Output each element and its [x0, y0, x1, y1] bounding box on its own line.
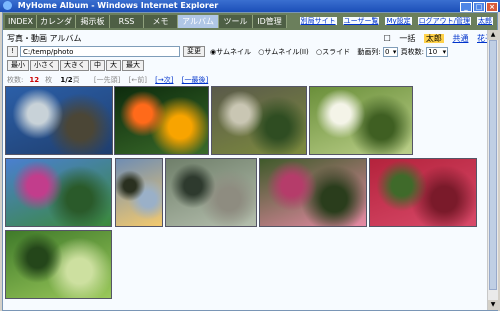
tab-index[interactable]: INDEX: [5, 15, 37, 28]
size-buttons: 最小 小さく 大きく中大最大: [7, 60, 145, 71]
minimize-button[interactable]: _: [460, 2, 472, 12]
pager-next[interactable]: [→次]: [155, 76, 173, 84]
browser-content: INDEX カレンダ 掲示板 RSS メモ アルバム ツール ID管理 別局サイ…: [2, 12, 498, 311]
pager-last[interactable]: [一最後]: [182, 76, 208, 84]
size-larger-button[interactable]: 大きく: [60, 60, 89, 71]
mode-thumbnail-2-label: サムネイル(II): [264, 48, 309, 56]
vegetables-photo[interactable]: [211, 86, 307, 155]
tab-memo[interactable]: メモ: [144, 15, 178, 28]
tab-rss[interactable]: RSS: [110, 15, 144, 28]
palm-bougainvillea-photo[interactable]: [5, 158, 112, 227]
window-title: MyHome Album - Windows Internet Explorer: [17, 1, 219, 10]
mode-thumbnail-label: サムネイル: [216, 48, 251, 56]
green-leaves-photo[interactable]: [5, 230, 112, 299]
page-indicator: 1/2: [60, 76, 73, 84]
link-user-list[interactable]: ユーザー覧: [342, 17, 380, 25]
title-bar: MyHome Album - Windows Internet Explorer…: [0, 0, 500, 12]
mode-slide-label: スライド: [322, 48, 351, 56]
tab-album[interactable]: アルバム: [178, 15, 219, 28]
size-min-button[interactable]: 最小: [7, 60, 29, 71]
scroll-up-arrow-icon[interactable]: ▲: [488, 30, 498, 40]
view-all-checkbox[interactable]: ☐ 一括: [384, 34, 416, 43]
view-common[interactable]: 共通: [452, 34, 468, 43]
tab-tools[interactable]: ツール: [219, 15, 253, 28]
tab-id-admin[interactable]: ID管理: [253, 15, 287, 28]
scroll-thumb[interactable]: [489, 40, 497, 290]
orange-flowers-photo[interactable]: [114, 86, 209, 155]
tab-board[interactable]: 掲示板: [76, 15, 110, 28]
view-all-label: 一括: [399, 34, 416, 43]
red-leaves-photo[interactable]: [369, 158, 477, 227]
mode-thumbnail-2[interactable]: ○サムネイル(II): [258, 48, 309, 56]
mode-thumbnail[interactable]: ◉サムネイル: [210, 48, 251, 56]
mode-slide[interactable]: ○スライド: [316, 48, 350, 56]
view-options: ☐ 一括 太郎 共通 花子: [378, 33, 493, 44]
path-input[interactable]: C:/temp/photo: [20, 46, 180, 57]
photo-count: 枚数: 12 枚 1/2頁: [7, 76, 86, 84]
size-max-button[interactable]: 最大: [122, 60, 144, 71]
path-menu-button[interactable]: !: [7, 46, 18, 57]
pager-prev: [←前]: [128, 76, 147, 84]
count-unit: 枚: [45, 76, 53, 84]
link-my-settings[interactable]: My設定: [385, 17, 412, 25]
link-user[interactable]: 太郎: [477, 17, 493, 25]
pink-bud-photo[interactable]: [259, 158, 367, 227]
page-title: 写真・動画 アルバム: [7, 34, 82, 43]
per-page-select[interactable]: 10: [426, 47, 449, 57]
link-other-site[interactable]: 別局サイト: [299, 17, 337, 25]
pager-row: 枚数: 12 枚 1/2頁 [一先頭] [←前] [→次] [一最後]: [7, 75, 214, 85]
change-button[interactable]: 変更: [183, 46, 205, 57]
size-smaller-button[interactable]: 小さく: [30, 60, 59, 71]
link-logout[interactable]: ログアウト/管理: [417, 17, 471, 25]
vertical-scrollbar[interactable]: ▲ ▼: [487, 30, 498, 310]
close-button[interactable]: ×: [486, 2, 498, 12]
size-large-button[interactable]: 大: [106, 60, 121, 71]
video-columns-select[interactable]: 0: [382, 47, 399, 57]
size-medium-button[interactable]: 中: [90, 60, 105, 71]
top-links: 別局サイト ユーザー覧 My設定 ログアウト/管理 太郎: [294, 16, 493, 26]
scroll-down-arrow-icon[interactable]: ▼: [488, 300, 498, 310]
view-taro[interactable]: 太郎: [423, 34, 444, 43]
maximize-button[interactable]: □: [473, 2, 485, 12]
dusk-trees-photo[interactable]: [115, 158, 163, 227]
coast-photo[interactable]: [5, 86, 113, 155]
count-value: 12: [29, 76, 40, 84]
white-blossoms-photo[interactable]: [309, 86, 413, 155]
nav-bar: INDEX カレンダ 掲示板 RSS メモ アルバム ツール ID管理 別局サイ…: [3, 13, 497, 30]
count-label: 枚数:: [7, 76, 24, 84]
path-row: ! C:/temp/photo 変更 ◉サムネイル ○サムネイル(II) ○スラ…: [7, 46, 493, 58]
pager-first: [一先頭]: [93, 76, 121, 84]
mode-options: ◉サムネイル ○サムネイル(II) ○スライド 動画列: 0 頁枚数: 10: [210, 47, 449, 57]
page-header: 写真・動画 アルバム ☐ 一括 太郎 共通 花子: [7, 33, 493, 43]
boat-pond-photo[interactable]: [165, 158, 257, 227]
page-unit: 頁: [72, 76, 80, 84]
tab-calendar[interactable]: カレンダ: [37, 15, 76, 28]
video-columns-label: 動画列:: [357, 48, 381, 56]
ie-icon: [3, 1, 12, 10]
per-page-label: 頁枚数:: [400, 48, 425, 56]
